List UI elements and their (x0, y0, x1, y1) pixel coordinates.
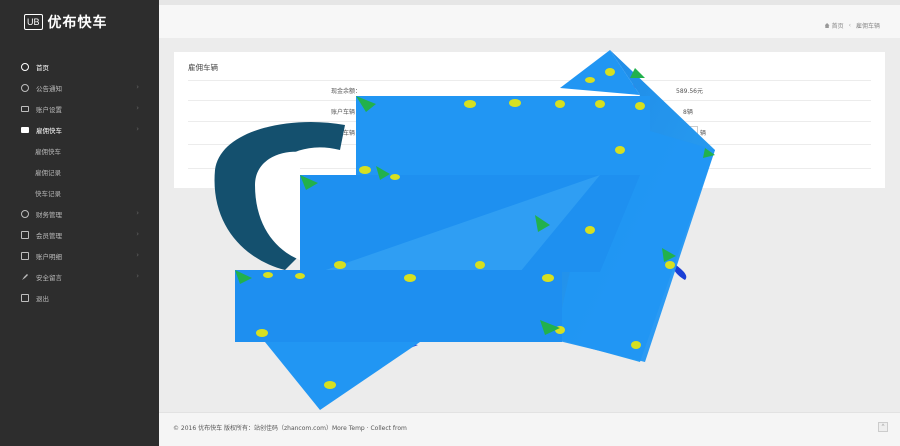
sidebar-item-home[interactable]: 首页 (0, 56, 159, 77)
footer: © 2016 优布快车 版权所有：站创佳码（zhancom.com）More T… (159, 412, 900, 446)
blue-panel (235, 270, 562, 342)
blue-panel (265, 342, 420, 410)
chevron-right-icon: › (136, 230, 139, 238)
chevron-right-icon: › (136, 83, 139, 91)
sidebar: UB 优布快车 首页 公告通知 › 账户设置 › 雇佣快车 › 雇佣快车 雇佣记… (0, 0, 159, 446)
chevron-right-icon: › (136, 272, 139, 280)
account-vehicles-label: 账户车辆： (331, 109, 362, 116)
cash-balance-value: 589.56元 (676, 88, 703, 95)
logo-text: 优布快车 (47, 15, 108, 31)
monitor-icon (21, 105, 29, 112)
sidebar-item-hire-car[interactable]: 雇佣快车 › (0, 119, 159, 140)
sidebar-item-label: 雇佣快车 (35, 147, 61, 156)
sidebar-subitem-hire-records[interactable]: 雇佣记录 (0, 161, 159, 182)
hire-vehicles-unit: 辆 (700, 130, 707, 137)
breadcrumb-separator: ‹ (848, 22, 851, 29)
sidebar-item-members[interactable]: 会员管理 › (0, 224, 159, 245)
sidebar-item-label: 雇佣快车 (36, 126, 62, 135)
logo-badge: UB (24, 14, 43, 30)
sidebar-item-label: 安全留言 (36, 273, 62, 282)
sidebar-menu: 首页 公告通知 › 账户设置 › 雇佣快车 › 雇佣快车 雇佣记录 快车记录 财… (0, 56, 159, 308)
sidebar-item-logout[interactable]: 退出 (0, 287, 159, 308)
chevron-right-icon: › (136, 251, 139, 259)
globe-icon (21, 83, 29, 92)
divider (188, 144, 871, 145)
divider (188, 121, 871, 122)
home-icon (824, 23, 830, 28)
chevron-right-icon: › (136, 104, 139, 112)
sidebar-item-label: 财务管理 (36, 210, 62, 219)
divider (188, 168, 871, 169)
hire-quantity-input[interactable] (668, 126, 698, 137)
sidebar-item-finance[interactable]: 财务管理 › (0, 203, 159, 224)
sidebar-item-label: 退出 (36, 294, 49, 303)
rocket-icon (21, 273, 29, 281)
footer-copyright: © 2016 优布快车 版权所有：站创佳码（zhancom.com）More T… (173, 425, 407, 432)
sidebar-item-label: 雇佣记录 (35, 168, 61, 177)
sidebar-item-label: 账户设置 (36, 105, 62, 114)
scroll-to-top-button[interactable]: ^ (878, 422, 888, 432)
divider (188, 80, 871, 81)
sidebar-subitem-hire-car[interactable]: 雇佣快车 (0, 140, 159, 161)
panel-title: 雇佣车辆 (188, 63, 218, 72)
logo[interactable]: UB 优布快车 (24, 13, 108, 31)
breadcrumb: 首页 ‹ 雇佣车辆 (824, 21, 880, 30)
top-bar: 首页 ‹ 雇佣车辆 (159, 0, 900, 38)
sidebar-item-label: 快车记录 (35, 189, 61, 198)
hire-vehicles-label: 雇佣车辆： (331, 130, 362, 137)
sidebar-item-label: 首页 (36, 63, 49, 72)
sidebar-item-label: 公告通知 (36, 84, 62, 93)
blue-panel (300, 175, 640, 272)
divider (188, 100, 871, 101)
breadcrumb-home[interactable]: 首页 (832, 21, 844, 30)
sidebar-item-notices[interactable]: 公告通知 › (0, 77, 159, 98)
sidebar-subitem-car-records[interactable]: 快车记录 (0, 182, 159, 203)
sidebar-item-messages[interactable]: 安全留言 › (0, 266, 159, 287)
sidebar-item-account-settings[interactable]: 账户设置 › (0, 98, 159, 119)
hire-car-panel: 雇佣车辆 现金余额： 589.56元 账户车辆： 8辆 雇佣车辆： 辆 (174, 52, 885, 188)
sidebar-item-label: 账户明细 (36, 252, 62, 261)
globe-icon (21, 62, 29, 71)
breadcrumb-current: 雇佣车辆 (855, 23, 880, 30)
square-icon (21, 293, 29, 302)
square-icon (21, 251, 29, 260)
cash-balance-label: 现金余额： (331, 88, 362, 95)
account-vehicles-value: 8辆 (683, 109, 693, 116)
chevron-right-icon: › (136, 209, 139, 217)
square-icon (21, 230, 29, 239)
card-icon (21, 126, 29, 133)
sidebar-item-label: 会员管理 (36, 231, 62, 240)
globe-icon (21, 209, 29, 218)
chevron-down-icon: › (136, 125, 139, 133)
sidebar-item-account-details[interactable]: 账户明细 › (0, 245, 159, 266)
